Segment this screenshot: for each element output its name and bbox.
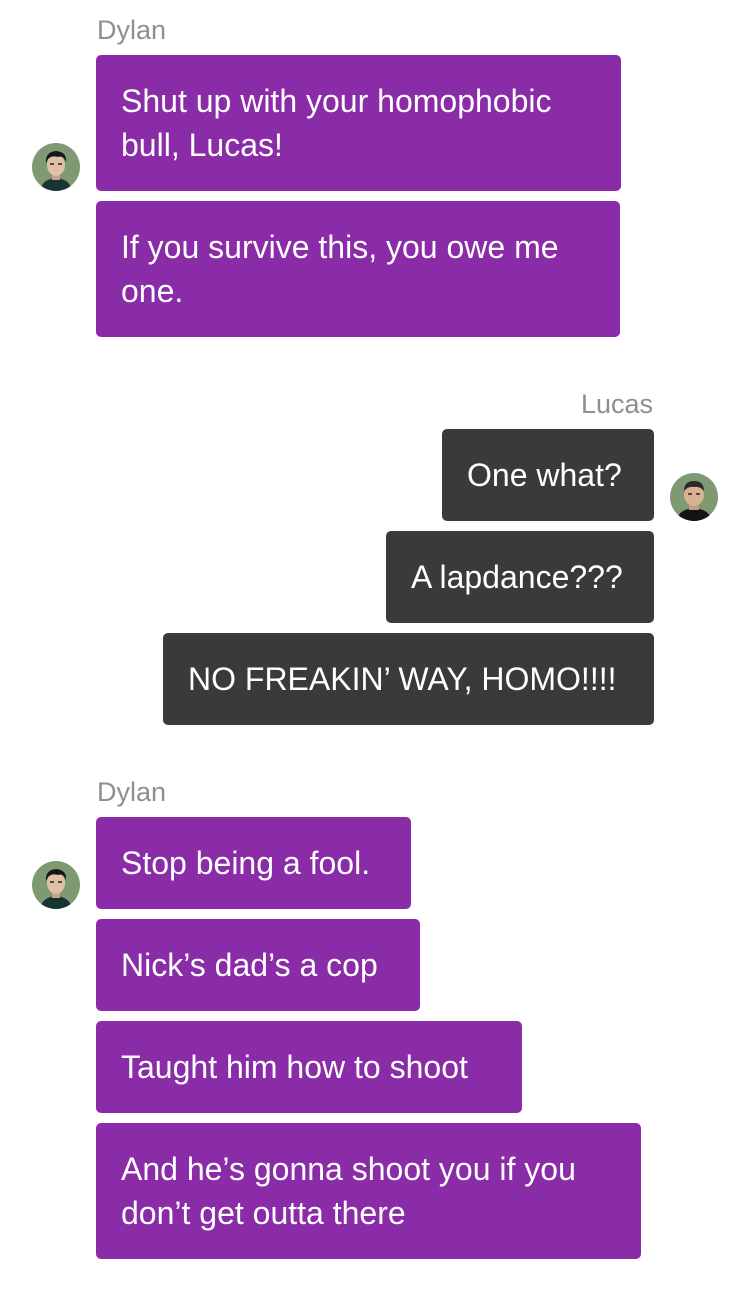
message-text: Shut up with your homophobic bull, Lucas… [121,83,552,163]
message-text: A lapdance??? [411,559,623,595]
message-text: Stop being a fool. [121,845,371,881]
message-text: If you survive this, you owe me one. [121,229,559,309]
message-bubble[interactable]: If you survive this, you owe me one. [96,201,620,337]
message-bubble[interactable]: A lapdance??? [386,531,654,623]
message-text: And he’s gonna shoot you if you don’t ge… [121,1151,576,1231]
message-text: NO FREAKIN’ WAY, HOMO!!!! [188,661,617,697]
dylan-avatar-icon-graphic [32,861,80,909]
sender-name: Dylan [97,15,167,45]
message-bubble[interactable]: Shut up with your homophobic bull, Lucas… [96,55,621,191]
dylan-avatar-icon-graphic [32,143,80,191]
message-text: Taught him how to shoot [121,1049,468,1085]
dylan-avatar-icon[interactable] [32,861,80,909]
message-bubble[interactable]: Taught him how to shoot [96,1021,522,1113]
lucas-avatar-icon[interactable] [670,473,718,521]
dylan-avatar-icon[interactable] [32,143,80,191]
message-bubble[interactable]: NO FREAKIN’ WAY, HOMO!!!! [163,633,654,725]
message-bubble[interactable]: One what? [442,429,654,521]
message-text: Nick’s dad’s a cop [121,947,378,983]
lucas-avatar-icon-graphic [670,473,718,521]
sender-name: Dylan [97,777,167,807]
message-bubble[interactable]: Stop being a fool. [96,817,411,909]
message-bubble[interactable]: And he’s gonna shoot you if you don’t ge… [96,1123,641,1259]
message-bubble[interactable]: Nick’s dad’s a cop [96,919,420,1011]
message-text: One what? [467,457,622,493]
sender-name: Lucas [580,389,653,419]
